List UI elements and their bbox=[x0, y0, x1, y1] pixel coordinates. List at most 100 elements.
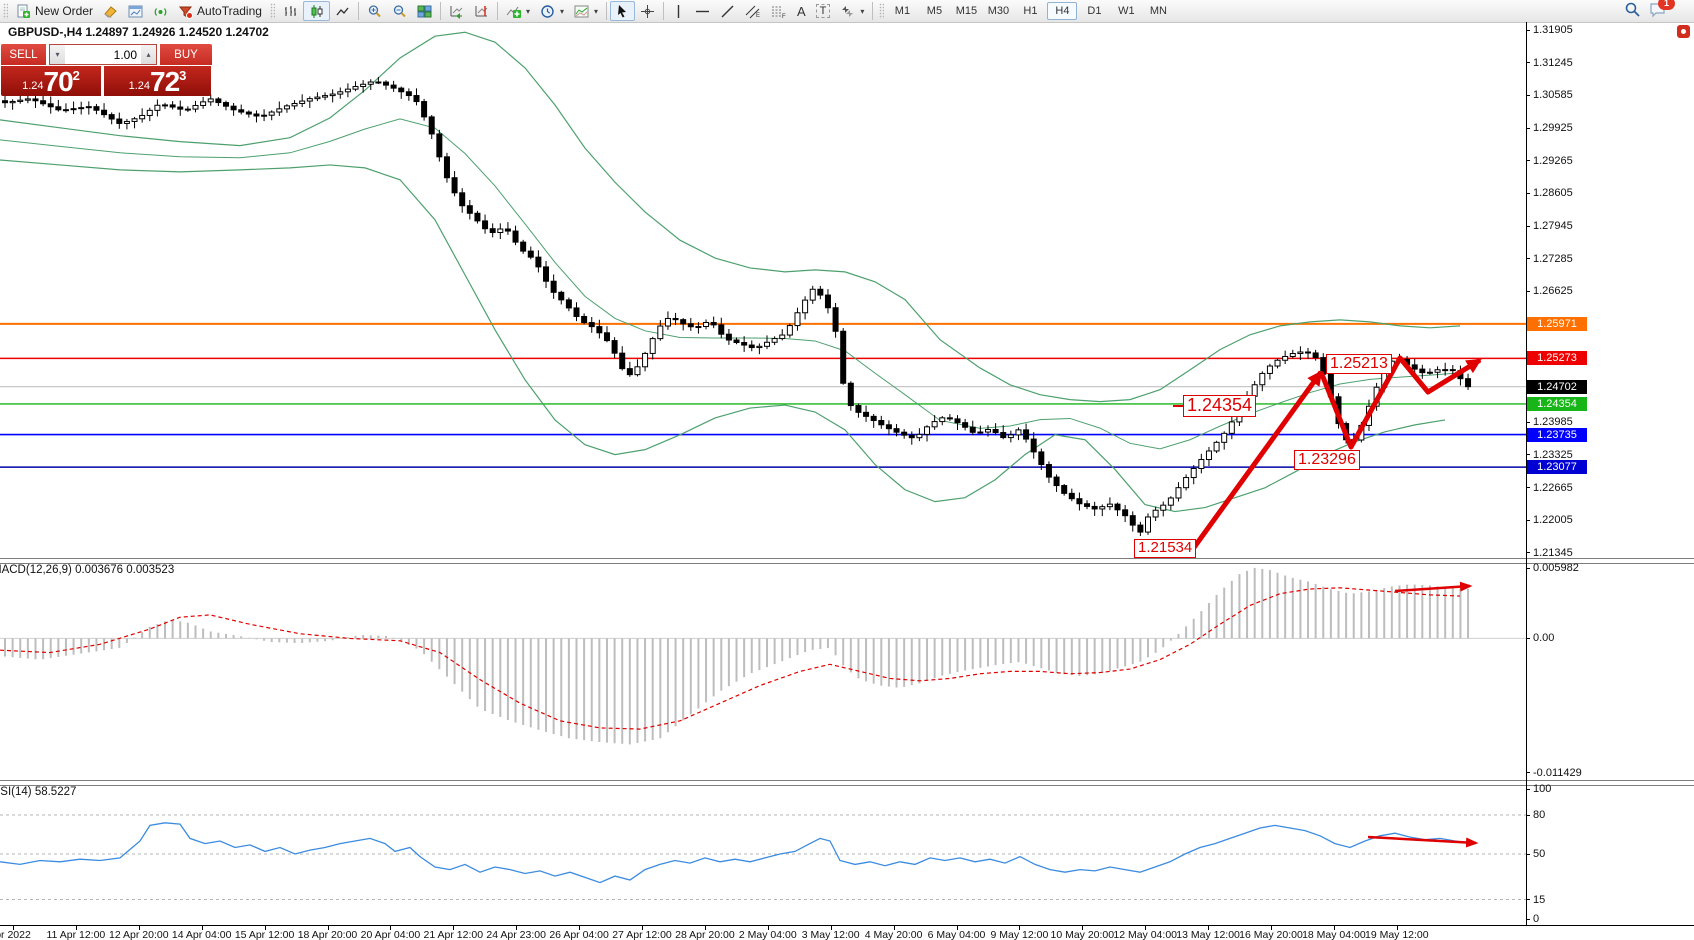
axis-label: 1.27945 bbox=[1533, 220, 1573, 232]
buy-price-point: 3 bbox=[179, 68, 186, 83]
zoom-in-button[interactable] bbox=[362, 1, 387, 21]
search-icon[interactable] bbox=[1624, 1, 1641, 21]
timeframe-h1[interactable]: H1 bbox=[1015, 2, 1045, 20]
buy-button[interactable]: BUY bbox=[160, 44, 212, 65]
horizontal-line-tool-button[interactable] bbox=[690, 1, 715, 21]
sell-price-point: 2 bbox=[73, 68, 80, 83]
candlestick-icon bbox=[309, 4, 324, 19]
fibonacci-tool-button[interactable]: F bbox=[766, 1, 792, 21]
fibonacci-icon: F bbox=[771, 4, 787, 19]
add-indicator-button[interactable]: ▾ bbox=[501, 1, 535, 21]
macd-indicator-label: MACD(12,26,9) 0.003676 0.003523 bbox=[0, 564, 174, 576]
timeframe-w1[interactable]: W1 bbox=[1111, 2, 1141, 20]
axis-label: 1.29925 bbox=[1533, 122, 1573, 134]
buy-price-display[interactable]: 1.24 72 3 bbox=[104, 66, 211, 96]
price-annotation[interactable]: 1.24354 bbox=[1183, 395, 1256, 417]
candlestick-chart-type-button[interactable] bbox=[303, 1, 330, 21]
styler-button[interactable] bbox=[98, 1, 123, 21]
trendline-icon bbox=[720, 4, 735, 19]
crosshair-tool-button[interactable] bbox=[635, 1, 660, 21]
new-order-icon bbox=[16, 4, 31, 19]
auto-scroll-button[interactable] bbox=[444, 1, 469, 21]
time-label: 24 Apr 23:00 bbox=[486, 929, 546, 940]
time-axis[interactable]: pr 202211 Apr 12:0012 Apr 20:0014 Apr 04… bbox=[0, 925, 1694, 940]
volume-increase-button[interactable]: ▴ bbox=[141, 45, 156, 64]
timeframe-mn[interactable]: MN bbox=[1143, 2, 1173, 20]
horizontal-line-icon bbox=[695, 5, 710, 18]
notifications-button[interactable]: 1 bbox=[1649, 2, 1668, 21]
autotrading-button[interactable]: AutoTrading bbox=[173, 1, 267, 21]
arrows-icon bbox=[840, 4, 855, 19]
timeframe-m15[interactable]: M15 bbox=[951, 2, 981, 20]
axis-label: -0.011429 bbox=[1533, 767, 1582, 779]
timeframe-h4[interactable]: H4 bbox=[1047, 2, 1077, 20]
rsi-canvas[interactable] bbox=[0, 784, 1526, 925]
arrows-tool-button[interactable]: ▾ bbox=[835, 1, 869, 21]
text-label-tool-button[interactable]: T bbox=[811, 1, 836, 21]
volume-stepper: ▾ 1.00 ▴ bbox=[49, 44, 157, 65]
chevron-down-icon: ▾ bbox=[594, 7, 598, 16]
signals-button[interactable] bbox=[148, 1, 173, 21]
time-label: 27 Apr 12:00 bbox=[612, 929, 672, 940]
bar-chart-icon bbox=[283, 4, 298, 19]
equidistant-channel-tool-button[interactable]: E bbox=[740, 1, 766, 21]
timeframe-m5[interactable]: M5 bbox=[919, 2, 949, 20]
cursor-tool-button[interactable] bbox=[610, 1, 635, 21]
price-annotation[interactable]: 1.25213 bbox=[1326, 354, 1392, 374]
time-label: 12 May 04:00 bbox=[1113, 929, 1177, 940]
toolbar-drag-handle[interactable] bbox=[270, 3, 275, 19]
new-order-button[interactable]: New Order bbox=[11, 1, 98, 21]
toolbar-drag-handle[interactable] bbox=[879, 3, 884, 19]
trendline-tool-button[interactable] bbox=[715, 1, 740, 21]
toolbar-drag-handle[interactable] bbox=[3, 3, 8, 19]
axis-label: 1.27285 bbox=[1533, 253, 1573, 265]
timeframe-d1[interactable]: D1 bbox=[1079, 2, 1109, 20]
chart-shift-button[interactable] bbox=[469, 1, 494, 21]
sell-button[interactable]: SELL bbox=[1, 44, 46, 65]
line-chart-type-button[interactable] bbox=[330, 1, 355, 21]
text-tool-icon: A bbox=[797, 4, 806, 19]
zoom-out-button[interactable] bbox=[387, 1, 412, 21]
axis-label: 1.29265 bbox=[1533, 155, 1573, 167]
macd-canvas[interactable] bbox=[0, 562, 1526, 780]
buy-price-base: 1.24 bbox=[129, 80, 150, 92]
time-label: 26 Apr 04:00 bbox=[549, 929, 609, 940]
bar-chart-type-button[interactable] bbox=[278, 1, 303, 21]
annotation-pointer bbox=[1173, 405, 1183, 407]
templates-button[interactable]: ▾ bbox=[569, 1, 603, 21]
timeframe-m30[interactable]: M30 bbox=[983, 2, 1013, 20]
time-label: 19 May 12:00 bbox=[1365, 929, 1429, 940]
cursor-icon bbox=[616, 4, 629, 18]
price-level-label: 1.24354 bbox=[1527, 397, 1587, 411]
price-annotation[interactable]: 1.21534 bbox=[1134, 539, 1196, 558]
channel-icon: E bbox=[745, 4, 761, 19]
sell-price-display[interactable]: 1.24 70 2 bbox=[1, 66, 101, 96]
time-label: 18 May 04:00 bbox=[1302, 929, 1366, 940]
trading-terminal-window: New Order AutoTrading ▾ ▾ ▾ E F A bbox=[0, 0, 1694, 940]
timeframe-group: M1M5M15M30H1H4D1W1MN bbox=[887, 2, 1173, 20]
periods-button[interactable]: ▾ bbox=[535, 1, 569, 21]
axis-label: 50 bbox=[1533, 848, 1545, 860]
text-tool-button[interactable]: A bbox=[792, 1, 811, 21]
chevron-down-icon: ▾ bbox=[560, 7, 564, 16]
chart-window-icon bbox=[128, 4, 143, 19]
main-chart-canvas[interactable] bbox=[0, 22, 1526, 558]
price-level-label: 1.23077 bbox=[1527, 460, 1587, 474]
vertical-line-tool-button[interactable] bbox=[667, 1, 690, 21]
axis-label: 1.23985 bbox=[1533, 416, 1573, 428]
axis-label: 0.00 bbox=[1533, 632, 1554, 644]
tile-windows-button[interactable] bbox=[412, 1, 437, 21]
time-label: 15 Apr 12:00 bbox=[235, 929, 295, 940]
price-annotation[interactable]: 1.23296 bbox=[1294, 450, 1360, 470]
sell-price-base: 1.24 bbox=[22, 80, 43, 92]
market-watch-button[interactable] bbox=[123, 1, 148, 21]
signal-icon bbox=[153, 4, 168, 19]
volume-input[interactable]: 1.00 bbox=[65, 45, 141, 64]
time-label: 14 Apr 04:00 bbox=[172, 929, 232, 940]
volume-decrease-button[interactable]: ▾ bbox=[50, 45, 65, 64]
timeframe-m1[interactable]: M1 bbox=[887, 2, 917, 20]
auto-scroll-icon bbox=[449, 4, 464, 19]
chart-alert-icon[interactable] bbox=[1677, 25, 1690, 38]
axis-label: 1.22005 bbox=[1533, 514, 1573, 526]
line-chart-icon bbox=[335, 4, 350, 19]
